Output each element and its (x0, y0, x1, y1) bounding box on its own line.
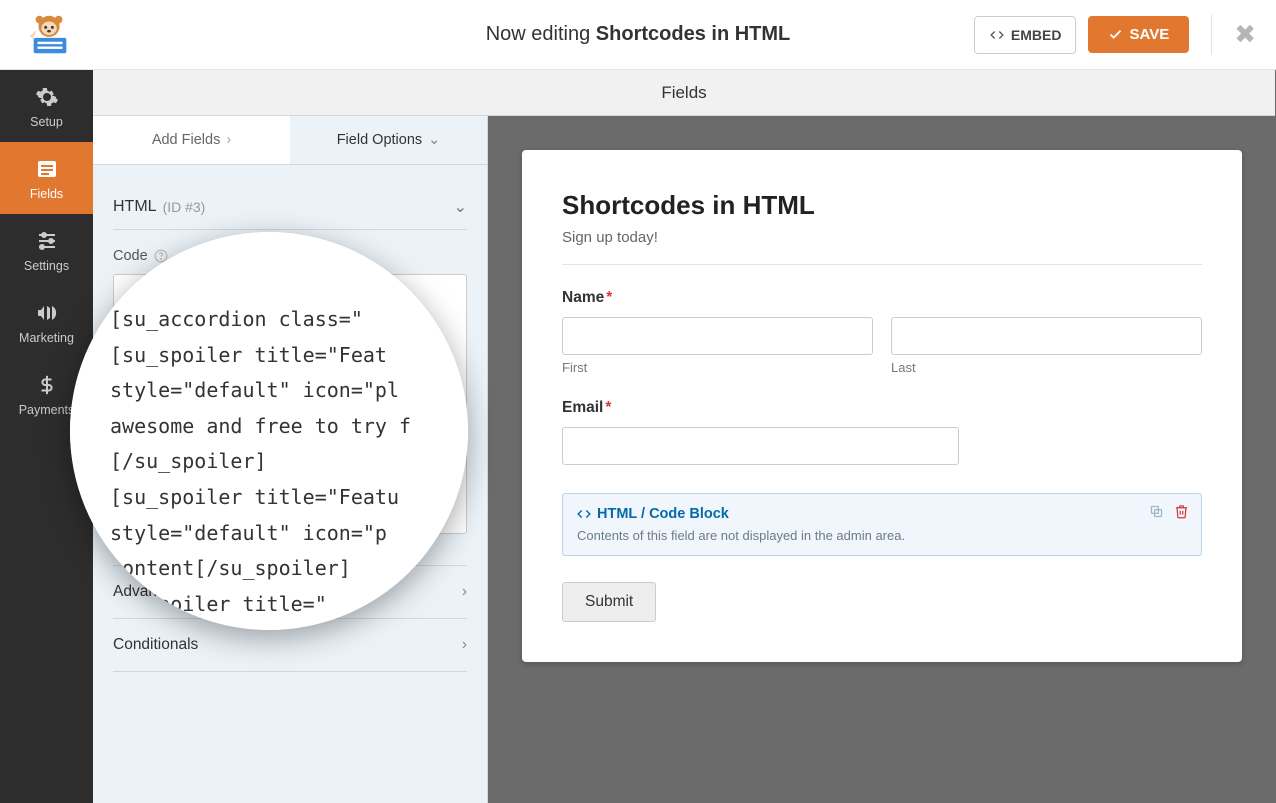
email-label: Email* (562, 399, 1202, 417)
magnifier-code: [su_accordion class=" [su_spoiler title=… (70, 232, 468, 630)
form-title: Shortcodes in HTML (562, 190, 1202, 221)
editing-name: Shortcodes in HTML (596, 23, 790, 45)
sliders-icon (34, 228, 60, 254)
sidebar-item-label: Fields (30, 187, 63, 201)
sidebar-item-settings[interactable]: Settings (0, 214, 93, 286)
conditionals-label: Conditionals (113, 636, 198, 654)
form-description: Sign up today! (562, 229, 1202, 265)
required-indicator: * (605, 399, 611, 416)
close-button[interactable]: ✖ (1211, 15, 1256, 55)
sidebar-item-marketing[interactable]: Marketing (0, 286, 93, 358)
save-button-label: SAVE (1129, 26, 1169, 43)
sidebar-item-setup[interactable]: Setup (0, 70, 93, 142)
embed-button[interactable]: EMBED (974, 16, 1077, 54)
trash-icon[interactable] (1174, 504, 1189, 519)
magnifier-overlay: [su_accordion class=" [su_spoiler title=… (70, 232, 468, 630)
tab-field-options[interactable]: Field Options ⌄ (290, 116, 487, 164)
chevron-down-icon: ⌄ (454, 197, 467, 217)
field-header[interactable]: HTML (ID #3) ⌄ (113, 185, 467, 230)
email-field[interactable]: Email* (562, 399, 1202, 465)
app-logo (20, 5, 80, 65)
chevron-down-icon: ⌄ (428, 132, 440, 148)
editing-prefix: Now editing (486, 23, 596, 45)
required-indicator: * (606, 289, 612, 306)
header-actions: EMBED SAVE ✖ (974, 15, 1256, 55)
save-button[interactable]: SAVE (1088, 16, 1189, 53)
chevron-right-icon: › (226, 132, 231, 148)
tab-label: Add Fields (152, 132, 221, 148)
embed-button-label: EMBED (1011, 27, 1062, 43)
chevron-right-icon: › (462, 636, 467, 654)
field-id-label: (ID #3) (163, 199, 206, 215)
submit-label: Submit (585, 593, 633, 610)
chevron-right-icon: › (462, 583, 467, 601)
bullhorn-icon (34, 300, 60, 326)
close-icon: ✖ (1234, 19, 1256, 50)
gear-icon (34, 84, 60, 110)
code-icon (577, 507, 591, 521)
first-name-input[interactable] (562, 317, 873, 355)
tab-add-fields[interactable]: Add Fields › (93, 116, 290, 164)
app-header: Now editing Shortcodes in HTML EMBED SAV… (0, 0, 1276, 70)
field-type-label: HTML (113, 198, 157, 216)
form-preview: Shortcodes in HTML Sign up today! Name* … (522, 150, 1242, 662)
last-name-input[interactable] (891, 317, 1202, 355)
first-sublabel: First (562, 360, 873, 375)
code-block-title: HTML / Code Block (577, 506, 1187, 522)
panel-tabs: Add Fields › Field Options ⌄ (93, 116, 487, 165)
duplicate-icon[interactable] (1149, 504, 1164, 519)
submit-button[interactable]: Submit (562, 582, 656, 622)
last-sublabel: Last (891, 360, 1202, 375)
fields-icon (34, 156, 60, 182)
html-code-block-field[interactable]: HTML / Code Block Contents of this field… (562, 493, 1202, 556)
email-input[interactable] (562, 427, 959, 465)
fields-title-bar: Fields (93, 70, 1275, 116)
check-icon (1108, 27, 1123, 42)
sidebar-item-label: Marketing (19, 331, 74, 345)
sidebar-item-label: Setup (30, 115, 63, 129)
name-field[interactable]: Name* First Last (562, 289, 1202, 375)
fields-title: Fields (661, 83, 706, 103)
sidebar-item-fields[interactable]: Fields (0, 142, 93, 214)
sidebar-item-label: Payments (19, 403, 75, 417)
code-block-desc: Contents of this field are not displayed… (577, 528, 1187, 543)
code-icon (989, 28, 1005, 42)
dollar-icon (34, 372, 60, 398)
page-title: Now editing Shortcodes in HTML (486, 23, 791, 46)
name-label: Name* (562, 289, 1202, 307)
tab-label: Field Options (337, 132, 422, 148)
sidebar-item-label: Settings (24, 259, 69, 273)
form-canvas: Shortcodes in HTML Sign up today! Name* … (488, 70, 1276, 803)
